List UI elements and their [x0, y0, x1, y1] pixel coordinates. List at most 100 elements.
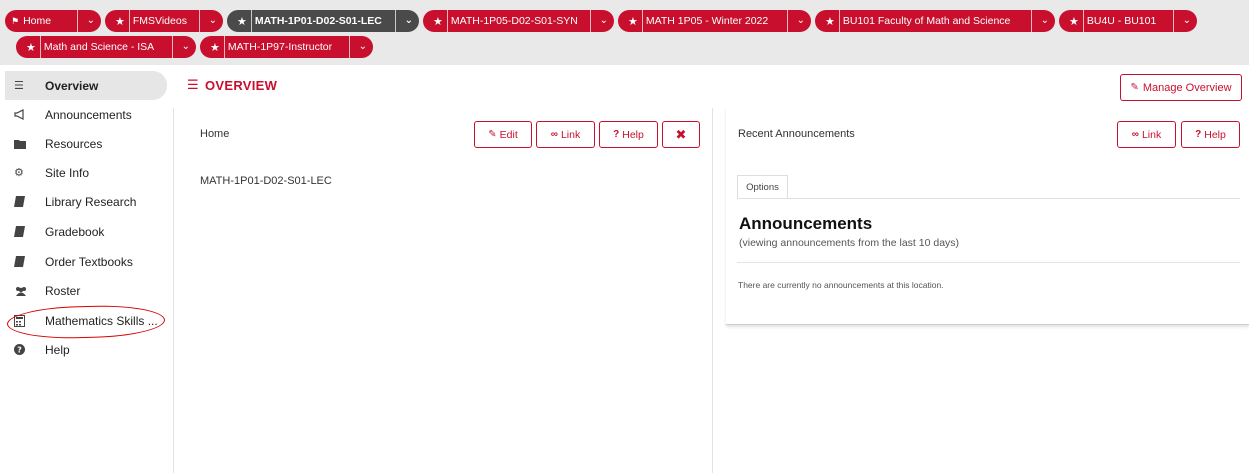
- question-circle-icon: ?: [5, 344, 45, 355]
- sidebar-item-label: Library Research: [45, 194, 137, 209]
- star-icon[interactable]: ★: [628, 15, 638, 28]
- site-tab-math-1p05-syn[interactable]: ★ MATH-1P05-D02-S01-SYN ⌄: [423, 10, 614, 32]
- link-icon: ∞: [1131, 129, 1139, 140]
- sidebar-item-label: Order Textbooks: [45, 254, 133, 269]
- sidebar-item-help[interactable]: ? Help: [5, 335, 167, 364]
- edit-button[interactable]: ✎ Edit: [474, 121, 532, 148]
- sidebar-item-label: Gradebook: [45, 224, 105, 239]
- site-tab-label: Math and Science - ISA: [43, 41, 155, 53]
- users-icon: [5, 286, 45, 296]
- sidebar-item-site-info[interactable]: ⚙ Site Info: [5, 158, 167, 187]
- edit-label: Edit: [499, 128, 518, 141]
- site-title: MATH-1P01-D02-S01-LEC: [200, 175, 332, 187]
- svg-text:?: ?: [17, 346, 22, 355]
- chevron-down-icon[interactable]: ⌄: [87, 14, 95, 28]
- sidebar-item-library-research[interactable]: Library Research: [5, 187, 167, 216]
- chevron-down-icon[interactable]: ⌄: [182, 40, 190, 54]
- link-button[interactable]: ∞ Link: [536, 121, 595, 148]
- site-tab-label: MATH 1P05 - Winter 2022: [645, 15, 769, 27]
- site-tab-math-1p97[interactable]: ★ MATH-1P97-Instructor ⌄: [200, 36, 373, 58]
- help-button[interactable]: ? Help: [599, 121, 658, 148]
- sidebar-item-label: Mathematics Skills ...: [45, 313, 158, 328]
- book-icon: [5, 226, 45, 237]
- sidebar-item-resources[interactable]: Resources: [5, 129, 167, 158]
- sidebar-item-gradebook[interactable]: Gradebook: [5, 217, 167, 246]
- site-tab-label: MATH-1P97-Instructor: [227, 41, 333, 53]
- site-tab-bu4u[interactable]: ★ BU4U - BU101 ⌄: [1059, 10, 1197, 32]
- chevron-down-icon[interactable]: ⌄: [209, 14, 217, 28]
- folder-icon: [5, 139, 45, 149]
- sidebar-item-label: Site Info: [45, 165, 90, 180]
- site-tab-label: FMSVideos: [132, 15, 187, 27]
- star-icon[interactable]: ★: [26, 41, 36, 54]
- sidebar-item-announcements[interactable]: Announcements: [5, 100, 167, 129]
- chevron-down-icon[interactable]: ⌄: [405, 14, 413, 28]
- star-icon[interactable]: ★: [1069, 15, 1079, 28]
- announcements-subheading: (viewing announcements from the last 10 …: [739, 237, 960, 249]
- site-tab-math-1p01[interactable]: ★ MATH-1P01-D02-S01-LEC ⌄: [227, 10, 419, 32]
- announcements-link-button[interactable]: ∞ Link: [1117, 121, 1176, 148]
- star-icon[interactable]: ★: [115, 15, 125, 28]
- site-tab-label: MATH-1P01-D02-S01-LEC: [254, 15, 382, 27]
- announcements-panel-title: Recent Announcements: [738, 128, 855, 140]
- home-panel-left-border: [173, 108, 174, 473]
- list-icon: ☰: [14, 80, 24, 92]
- announcements-heading: Announcements: [739, 214, 873, 233]
- sidebar-item-roster[interactable]: Roster: [5, 276, 167, 305]
- site-tab-label: BU4U - BU101: [1086, 15, 1157, 27]
- expand-icon: ✖: [675, 126, 687, 142]
- book-icon: [5, 256, 45, 267]
- site-tab-label: MATH-1P05-D02-S01-SYN: [450, 15, 578, 27]
- expand-button[interactable]: ✖: [662, 121, 700, 148]
- tool-menu: ☰ Overview Announcements Resources ⚙ Sit…: [0, 65, 172, 473]
- pencil-icon: ✎: [1130, 82, 1139, 93]
- star-icon[interactable]: ★: [825, 15, 835, 28]
- book-icon: [5, 196, 45, 207]
- pencil-icon: ✎: [488, 129, 497, 140]
- empty-message: There are currently no announcements at …: [738, 280, 944, 290]
- star-icon[interactable]: ★: [210, 41, 220, 54]
- home-panel-title: Home: [200, 128, 230, 140]
- link-label: Link: [560, 128, 581, 141]
- manage-overview-button[interactable]: ✎ Manage Overview: [1120, 74, 1242, 101]
- sidebar-item-label: Resources: [45, 136, 103, 151]
- gear-icon: ⚙: [14, 167, 24, 179]
- chevron-down-icon[interactable]: ⌄: [1041, 14, 1049, 28]
- tab-divider: [737, 198, 1240, 199]
- site-tab-bu101[interactable]: ★ BU101 Faculty of Math and Science ⌄: [815, 10, 1055, 32]
- calculator-icon: [5, 314, 45, 327]
- home-icon: ⚑: [11, 15, 20, 26]
- sidebar-item-order-textbooks[interactable]: Order Textbooks: [5, 247, 167, 276]
- chevron-down-icon[interactable]: ⌄: [1183, 14, 1191, 28]
- sidebar-item-overview[interactable]: ☰ Overview: [5, 71, 167, 100]
- question-icon: ?: [1195, 129, 1202, 140]
- star-icon[interactable]: ★: [237, 15, 247, 28]
- help-label: Help: [622, 128, 644, 141]
- page-title: ☰ OVERVIEW: [187, 77, 277, 93]
- sidebar-item-label: Overview: [45, 78, 99, 93]
- options-tab[interactable]: Options: [737, 175, 788, 199]
- chevron-down-icon[interactable]: ⌄: [600, 14, 608, 28]
- site-tab-label: Home: [23, 15, 52, 27]
- site-tab-label: BU101 Faculty of Math and Science: [842, 15, 1011, 27]
- site-tab-math-1p05-winter[interactable]: ★ MATH 1P05 - Winter 2022 ⌄: [618, 10, 811, 32]
- megaphone-icon: [5, 109, 45, 120]
- question-icon: ?: [613, 129, 620, 140]
- sidebar-item-label: Announcements: [45, 107, 132, 122]
- list-icon: ☰: [187, 77, 199, 92]
- chevron-down-icon[interactable]: ⌄: [359, 40, 367, 54]
- sidebar-item-label: Roster: [45, 283, 81, 298]
- page-title-text: OVERVIEW: [204, 77, 278, 93]
- site-tab-isa[interactable]: ★ Math and Science - ISA ⌄: [16, 36, 196, 58]
- site-tab-home[interactable]: ⚑ Home ⌄: [5, 10, 101, 32]
- chevron-down-icon[interactable]: ⌄: [797, 14, 805, 28]
- announcements-divider: [737, 262, 1240, 263]
- announcements-help-button[interactable]: ? Help: [1181, 121, 1240, 148]
- link-label: Link: [1141, 128, 1162, 141]
- site-tabs-bar: ⚑ Home ⌄ ★ FMSVideos ⌄ ★ MATH-1P01-D02-S…: [0, 0, 1249, 65]
- manage-overview-label: Manage Overview: [1142, 81, 1232, 94]
- link-icon: ∞: [550, 129, 558, 140]
- site-tab-fmsvideos[interactable]: ★ FMSVideos ⌄: [105, 10, 223, 32]
- star-icon[interactable]: ★: [433, 15, 443, 28]
- sidebar-item-mathematics-skills[interactable]: Mathematics Skills ...: [5, 306, 167, 335]
